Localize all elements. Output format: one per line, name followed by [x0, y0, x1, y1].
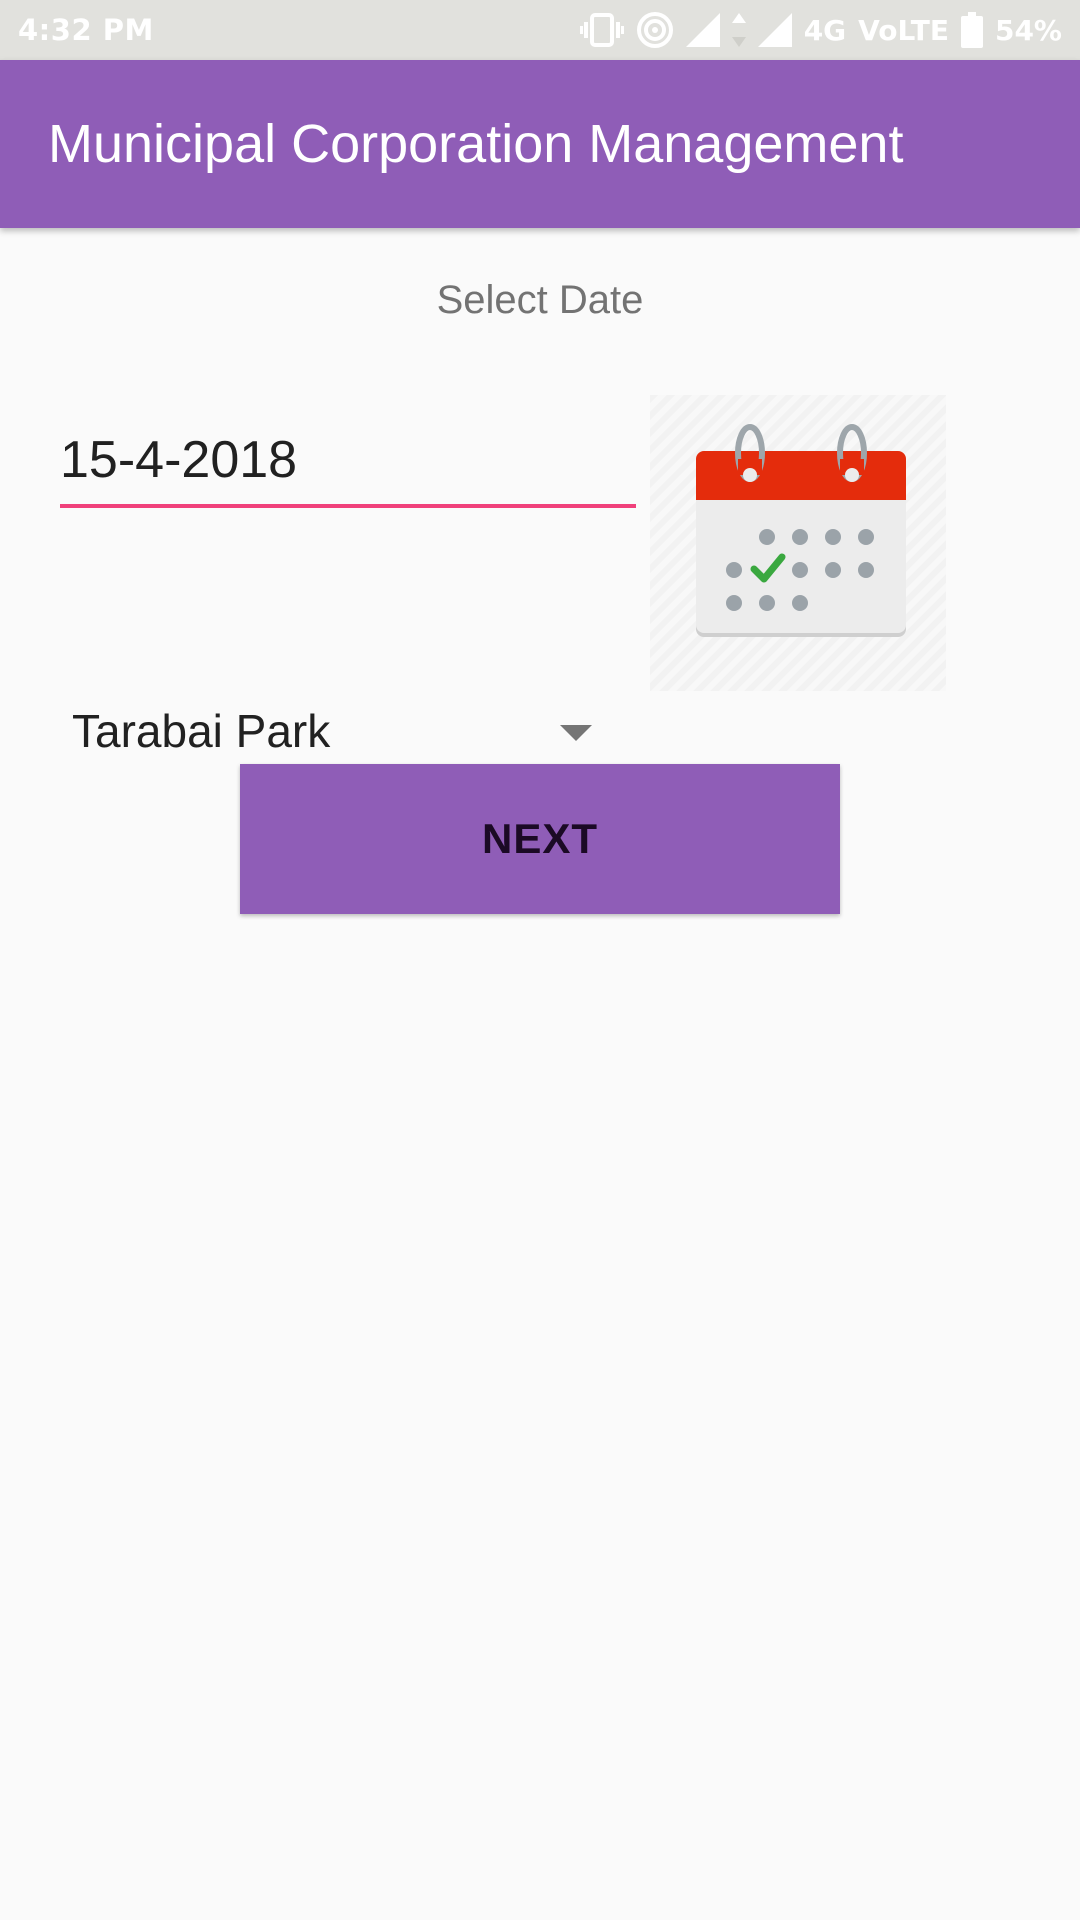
select-date-heading: Select Date	[436, 278, 644, 322]
date-field[interactable]: 15-4-2018	[60, 426, 636, 508]
spinner-selected-value: Tarabai Park	[72, 705, 331, 757]
status-time: 4:32 PM	[18, 13, 154, 47]
next-button-label: NEXT	[481, 815, 598, 862]
app-title: Municipal Corporation Management	[48, 114, 904, 174]
volte-label: VoLTE	[858, 13, 949, 47]
status-bar: 4:32 PM 4G VoLTE 54%	[0, 0, 1080, 60]
calendar-button[interactable]	[650, 395, 946, 691]
next-button[interactable]: NEXT	[240, 764, 840, 914]
calendar-icon	[696, 424, 906, 637]
app-bar: Municipal Corporation Management	[0, 60, 1080, 228]
battery-icon	[960, 12, 983, 48]
signal-icon	[757, 13, 792, 47]
data-arrows-icon	[731, 13, 746, 47]
signal-icon	[685, 13, 720, 47]
battery-percent: 54%	[994, 13, 1062, 47]
date-value: 15-4-2018	[60, 431, 298, 489]
hotspot-icon	[636, 11, 674, 49]
area-spinner[interactable]: Tarabai Park	[72, 700, 602, 764]
status-icons: 4G VoLTE 54%	[579, 11, 1062, 49]
network-type: 4G	[803, 13, 847, 47]
dropdown-arrow-icon	[560, 725, 592, 741]
vibrate-icon	[579, 13, 624, 47]
